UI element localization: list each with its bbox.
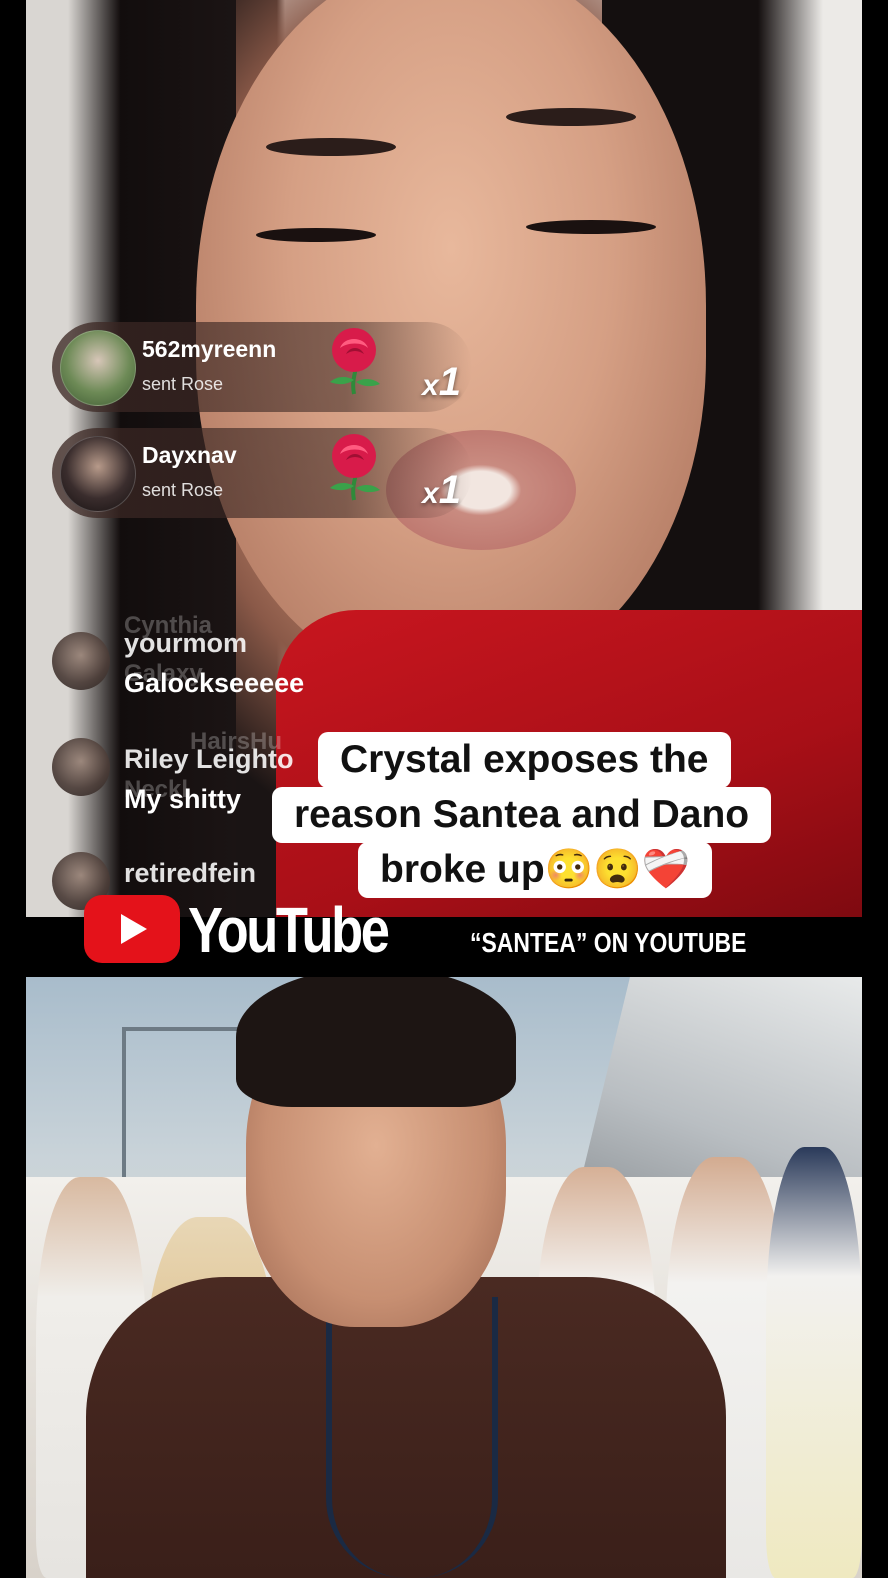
gift-action: sent Rose [142,374,224,394]
left-eye [256,228,376,242]
gift-notification: 562myreenn sent Rose [52,322,472,412]
chat-text: Galockseeeee [124,668,305,698]
rose-icon [330,328,380,395]
left-eyebrow [266,138,396,156]
gift-action: sent Rose [142,480,224,500]
caption-line-3: broke up😳😧❤️‍🩹 [358,842,713,898]
right-eyebrow [506,108,636,126]
youtube-wordmark: YouTube [188,894,390,966]
rose-icon [330,434,380,501]
man-hair [236,977,516,1107]
channel-tagline: “SANTEA” ON YOUTUBE [470,927,747,958]
avatar [52,632,110,690]
chat-username: Riley Leighto [124,744,294,774]
caption-line-1: Crystal exposes the [318,732,731,788]
right-eye [526,220,656,234]
gift-username: Dayxnav [142,442,237,468]
background-person [766,1147,862,1578]
avatar [60,330,136,406]
avatar [52,738,110,796]
bottom-video-frame [26,977,862,1578]
gift-count: x1 [422,468,461,512]
gift-count: x1 [422,360,461,404]
chat-username: yourmom [124,628,248,658]
caption-line-2: reason Santea and Dano [272,787,772,843]
gift-username: 562myreenn [142,336,277,362]
avatar [60,436,136,512]
chat-username: retiredfein [124,858,257,888]
play-icon [121,914,147,944]
chat-text: My shitty [124,784,242,814]
lanyard [326,1297,498,1578]
gift-notification: Dayxnav sent Rose [52,428,472,518]
